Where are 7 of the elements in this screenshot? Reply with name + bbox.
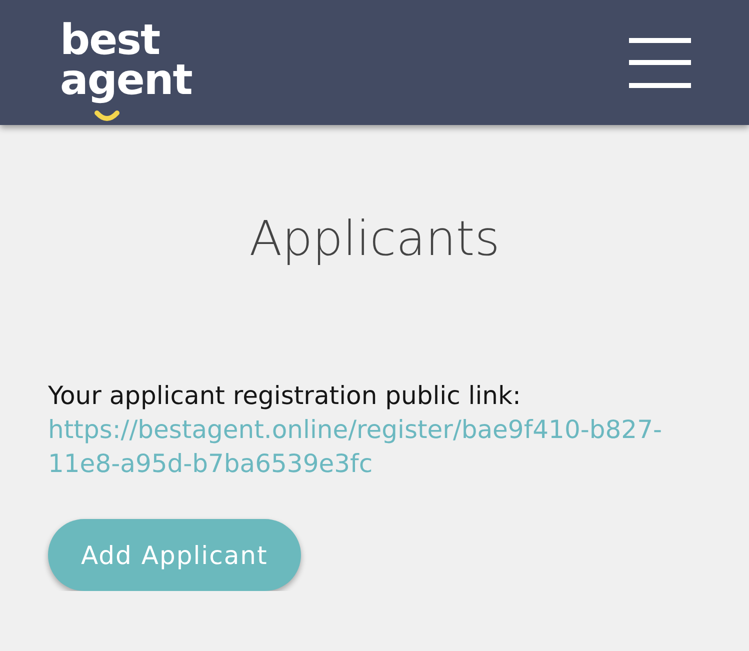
link-label: Your applicant registration public link: [48, 380, 521, 412]
registration-link[interactable]: https://bestagent.online/register/bae9f410-b827-11e8-a95d-b7ba6539e3fc [48, 413, 688, 481]
smile-icon [94, 110, 120, 122]
page-title: Applicants [248, 211, 501, 267]
logo-text: best [60, 20, 160, 60]
menu-icon[interactable] [629, 38, 691, 88]
add-applicant-button[interactable]: Add Applicant [48, 519, 301, 591]
